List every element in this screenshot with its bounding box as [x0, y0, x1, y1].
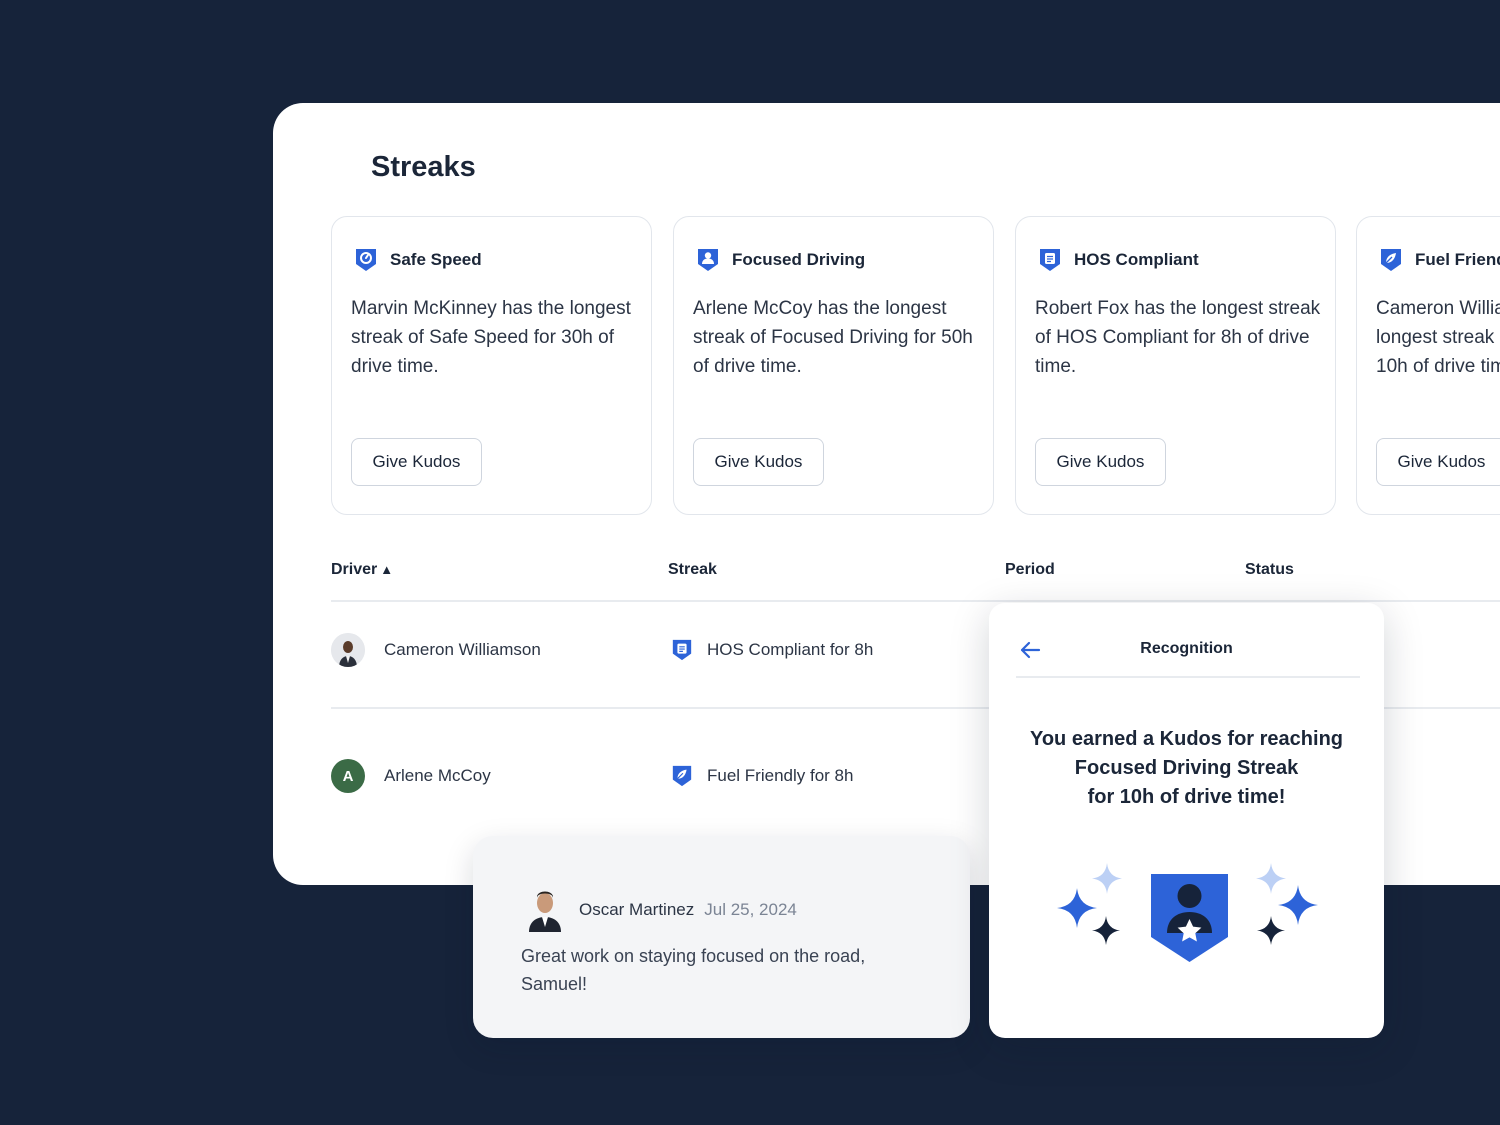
card-description: Robert Fox has the longest streak of HOS…	[1035, 298, 1321, 377]
streak-cell: Fuel Friendly for 8h	[671, 764, 853, 788]
column-header-driver[interactable]: Driver ▲	[331, 561, 393, 579]
sparkle-icon	[1092, 916, 1120, 945]
message-line: for 10h of drive time!	[1087, 786, 1286, 808]
kudos-badge-illustration	[1057, 863, 1318, 962]
sparkle-icon	[1256, 863, 1286, 894]
hos-compliant-badge-icon	[672, 639, 692, 661]
streak-card-safe-speed: Safe Speed Marvin McKinney has the longe…	[331, 216, 652, 515]
comment-author: Oscar Martinez	[579, 900, 695, 919]
streak-label: Fuel Friendly for 8h	[707, 766, 854, 785]
focused-driving-badge-icon	[698, 249, 718, 271]
card-description: Arlene McCoy has the longest streak of F…	[693, 298, 973, 377]
hos-compliant-badge-icon	[1040, 249, 1060, 271]
sort-ascending-icon: ▲	[380, 562, 394, 577]
column-header-status[interactable]: Status	[1245, 561, 1294, 579]
driver-name: Cameron Williamson	[384, 640, 541, 659]
page-title: Streaks	[371, 151, 476, 183]
avatar	[331, 633, 365, 667]
comment-date: Jul 25, 2024	[704, 900, 797, 919]
card-description: Marvin McKinney has the longest streak o…	[351, 298, 631, 377]
recognition-panel: Recognition You earned a Kudos for reach…	[989, 603, 1384, 1038]
sparkle-icon	[1257, 916, 1285, 945]
driver-name: Arlene McCoy	[384, 766, 491, 785]
table-divider	[331, 600, 1500, 602]
header-label: Driver	[331, 561, 378, 578]
safe-speed-badge-icon	[356, 249, 376, 271]
avatar: A	[331, 759, 365, 793]
sparkle-icon	[1278, 885, 1318, 925]
column-header-streak[interactable]: Streak	[668, 561, 717, 579]
card-title: HOS Compliant	[1074, 250, 1199, 269]
column-header-period[interactable]: Period	[1005, 561, 1055, 579]
streak-card-focused-driving: Focused Driving Arlene McCoy has the lon…	[673, 216, 994, 515]
card-title: Fuel Friendly	[1415, 250, 1500, 269]
message-line: You earned a Kudos for reaching	[1029, 728, 1344, 750]
streak-label: HOS Compliant for 8h	[707, 640, 874, 659]
recognition-message: You earned a Kudos for reaching Focused …	[1009, 725, 1364, 812]
card-title: Safe Speed	[390, 250, 482, 269]
sparkle-icon	[1057, 888, 1097, 928]
card-title: Focused Driving	[732, 250, 866, 269]
sparkle-icon	[1092, 863, 1122, 894]
recognition-title: Recognition	[1140, 640, 1233, 657]
streak-cell: HOS Compliant for 8h	[671, 638, 873, 662]
give-kudos-button[interactable]: Give Kudos	[351, 438, 482, 486]
give-kudos-button[interactable]: Give Kudos	[1035, 438, 1166, 486]
divider	[1016, 676, 1360, 678]
driver-photo-icon	[331, 633, 365, 667]
kudos-comment-card: Oscar Martinez Jul 25, 2024 Great work o…	[473, 836, 970, 1038]
fuel-friendly-badge-icon	[672, 765, 692, 787]
comment-text: Great work on staying focused on the roa…	[521, 946, 866, 994]
streak-card-hos-compliant: HOS Compliant Robert Fox has the longest…	[1015, 216, 1336, 515]
give-kudos-button[interactable]: Give Kudos	[1376, 438, 1500, 486]
card-description: Cameron Williamson has the longest strea…	[1376, 298, 1500, 377]
message-line: Focused Driving Streak	[1074, 757, 1299, 779]
give-kudos-button[interactable]: Give Kudos	[693, 438, 824, 486]
author-avatar	[529, 891, 561, 932]
streak-card-fuel-friendly: Fuel Friendly Cameron Williamson has the…	[1356, 216, 1500, 515]
fuel-friendly-badge-icon	[1381, 249, 1401, 271]
